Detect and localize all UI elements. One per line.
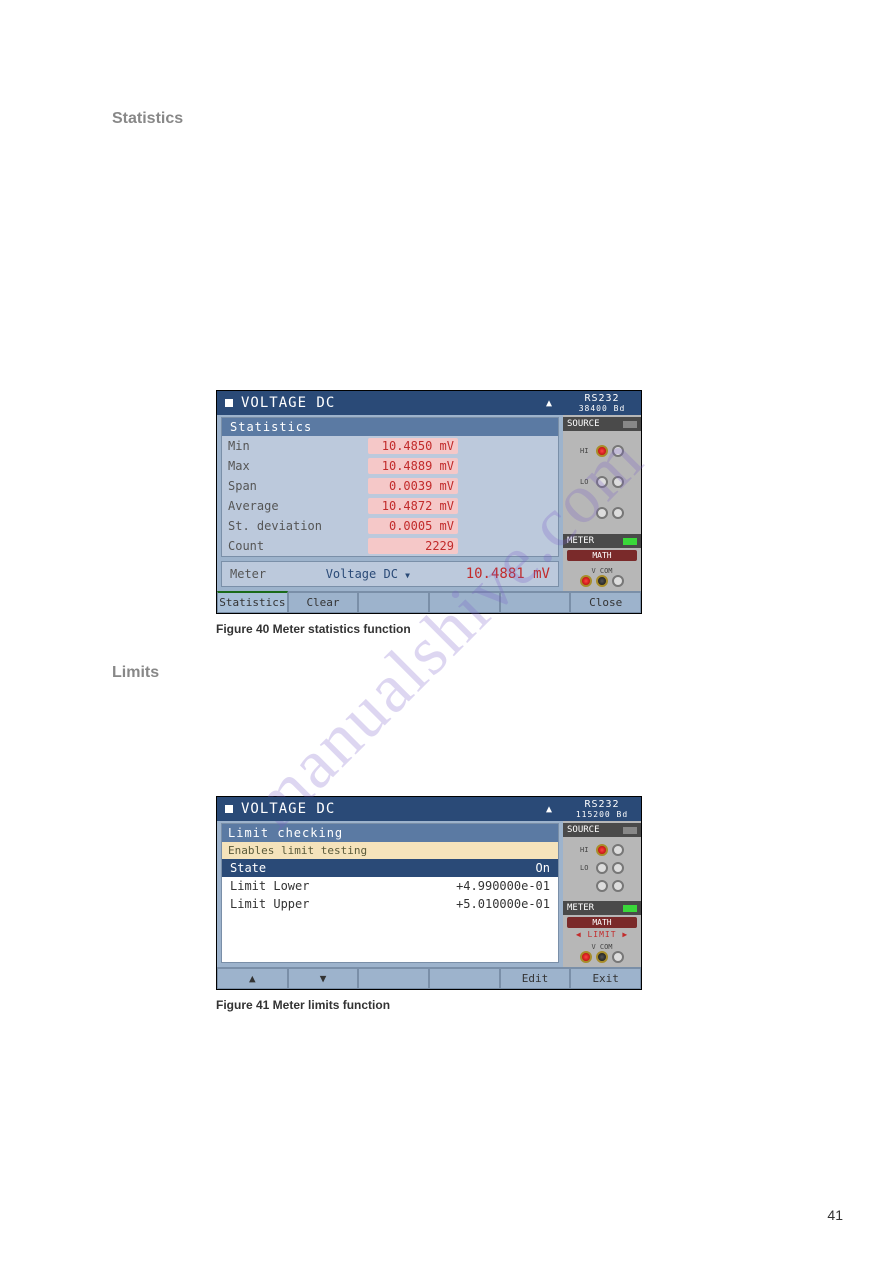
- stop-icon: [225, 399, 233, 407]
- meter-indicator: METER: [563, 901, 641, 915]
- terminal-com-icon: [596, 575, 608, 587]
- stat-label: St. deviation: [228, 519, 368, 533]
- section-heading-limits: Limits: [112, 664, 813, 682]
- terminal-diagram: V COM: [563, 939, 641, 967]
- help-text: Enables limit testing: [222, 842, 558, 859]
- page-number: 41: [827, 1207, 843, 1223]
- screen-title: VOLTAGE DC: [241, 801, 335, 817]
- panel-heading: Statistics: [222, 418, 558, 436]
- limit-value: +5.010000e-01: [456, 897, 550, 911]
- terminal-icon: [612, 951, 624, 963]
- title-bar: VOLTAGE DC ▲: [217, 797, 563, 821]
- terminal-icon: [612, 507, 624, 519]
- stat-value: 0.0005 mV: [368, 518, 458, 534]
- terminal-diagram: V COM: [563, 563, 641, 591]
- statistics-button[interactable]: Statistics: [217, 591, 288, 613]
- section-heading-statistics: Statistics: [112, 110, 813, 128]
- stat-label: Max: [228, 459, 368, 473]
- softkey-empty: [358, 967, 429, 989]
- math-badge: MATH: [567, 550, 637, 561]
- limit-label: State: [230, 861, 266, 875]
- clear-button[interactable]: Clear: [288, 591, 359, 613]
- title-bar: VOLTAGE DC ▲: [217, 391, 563, 415]
- meter-readout-row: Meter Voltage DC ▼ 10.4881 mV: [221, 561, 559, 587]
- terminal-lo-icon: [596, 476, 608, 488]
- softkey-empty: [358, 591, 429, 613]
- stat-value: 10.4889 mV: [368, 458, 458, 474]
- statistics-panel: Statistics Min10.4850 mV Max10.4889 mV S…: [221, 417, 559, 557]
- stat-row: St. deviation0.0005 mV: [222, 516, 558, 536]
- stat-row: Max10.4889 mV: [222, 456, 558, 476]
- terminal-diagram: HI LO: [563, 431, 641, 532]
- side-panel: RS232115200 Bd SOURCE HI LO METER MATH ◀…: [563, 797, 641, 967]
- stat-value: 2229: [368, 538, 458, 554]
- terminal-v-icon: [580, 951, 592, 963]
- stat-label: Min: [228, 439, 368, 453]
- stat-value: 10.4872 mV: [368, 498, 458, 514]
- limit-value: On: [536, 861, 550, 875]
- terminal-hi-icon: [596, 844, 608, 856]
- source-indicator: SOURCE: [563, 417, 641, 431]
- terminal-icon: [612, 575, 624, 587]
- terminal-icon: [596, 880, 608, 892]
- exit-button[interactable]: Exit: [570, 967, 641, 989]
- stat-label: Count: [228, 539, 368, 553]
- stat-row: Span0.0039 mV: [222, 476, 558, 496]
- edit-button[interactable]: Edit: [500, 967, 571, 989]
- terminal-icon: [612, 476, 624, 488]
- figure-caption: Figure 40 Meter statistics function: [216, 622, 813, 636]
- nav-down-button[interactable]: ▼: [288, 967, 359, 989]
- terminal-lo-icon: [596, 862, 608, 874]
- warning-icon: ▲: [546, 398, 553, 409]
- device-screen-statistics: VOLTAGE DC ▲ Statistics Min10.4850 mV Ma…: [216, 390, 642, 614]
- terminal-com-icon: [596, 951, 608, 963]
- nav-up-button[interactable]: ▲: [217, 967, 288, 989]
- limit-nav: ◀ LIMIT ▶: [563, 930, 641, 939]
- limit-row-upper[interactable]: Limit Upper +5.010000e-01: [222, 895, 558, 913]
- warning-icon: ▲: [546, 804, 553, 815]
- meter-indicator: METER: [563, 534, 641, 548]
- stop-icon: [225, 805, 233, 813]
- stat-value: 0.0039 mV: [368, 478, 458, 494]
- terminal-v-icon: [580, 575, 592, 587]
- source-indicator: SOURCE: [563, 823, 641, 837]
- screen-title: VOLTAGE DC: [241, 395, 335, 411]
- button-bar: Statistics Clear Close: [217, 591, 641, 613]
- terminal-diagram: HI LO: [563, 837, 641, 899]
- close-button[interactable]: Close: [570, 591, 641, 613]
- terminal-hi-icon: [596, 445, 608, 457]
- terminal-icon: [612, 862, 624, 874]
- limit-label: Limit Lower: [230, 879, 309, 893]
- stat-row: Count2229: [222, 536, 558, 556]
- connection-indicator: RS232115200 Bd: [563, 797, 641, 821]
- softkey-empty: [429, 967, 500, 989]
- meter-label: Meter: [230, 567, 300, 581]
- panel-heading: Limit checking: [222, 824, 558, 842]
- stat-label: Span: [228, 479, 368, 493]
- terminal-icon: [612, 844, 624, 856]
- limit-row-state[interactable]: State On: [222, 859, 558, 877]
- device-screen-limits: VOLTAGE DC ▲ Limit checking Enables limi…: [216, 796, 642, 990]
- stat-label: Average: [228, 499, 368, 513]
- limit-row-lower[interactable]: Limit Lower +4.990000e-01: [222, 877, 558, 895]
- connection-indicator: RS23238400 Bd: [563, 391, 641, 415]
- figure-caption: Figure 41 Meter limits function: [216, 998, 813, 1012]
- softkey-empty: [500, 591, 571, 613]
- stat-row: Average10.4872 mV: [222, 496, 558, 516]
- button-bar: ▲ ▼ Edit Exit: [217, 967, 641, 989]
- meter-reading: 10.4881 mV: [410, 566, 550, 582]
- limits-panel: Limit checking Enables limit testing Sta…: [221, 823, 559, 963]
- limit-value: +4.990000e-01: [456, 879, 550, 893]
- stat-value: 10.4850 mV: [368, 438, 458, 454]
- softkey-empty: [429, 591, 500, 613]
- side-panel: RS23238400 Bd SOURCE HI LO METER MATH V …: [563, 391, 641, 591]
- terminal-icon: [612, 880, 624, 892]
- terminal-icon: [612, 445, 624, 457]
- math-badge: MATH: [567, 917, 637, 928]
- meter-function-dropdown[interactable]: Voltage DC ▼: [300, 567, 410, 581]
- limit-label: Limit Upper: [230, 897, 309, 911]
- terminal-icon: [596, 507, 608, 519]
- stat-row: Min10.4850 mV: [222, 436, 558, 456]
